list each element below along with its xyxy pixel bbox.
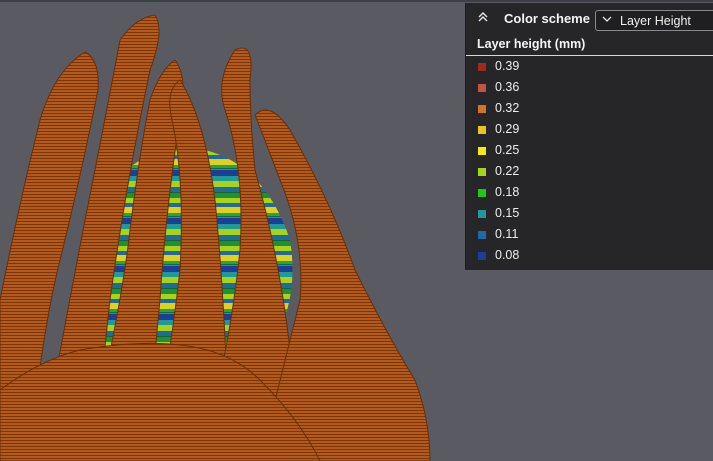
legend-item: 0.18 — [466, 182, 713, 203]
legend-item: 0.29 — [466, 119, 713, 140]
color-swatch — [478, 231, 486, 239]
legend-value: 0.29 — [495, 122, 520, 136]
legend-value: 0.32 — [495, 101, 520, 115]
color-swatch — [478, 147, 486, 155]
legend-value: 0.39 — [495, 59, 520, 73]
legend-value: 0.08 — [495, 248, 520, 262]
legend-item: 0.25 — [466, 140, 713, 161]
legend-header: Color scheme Layer Height — [466, 3, 713, 34]
color-swatch — [478, 63, 486, 71]
legend-panel: Color scheme Layer Height Layer height (… — [465, 3, 713, 270]
color-swatch — [478, 126, 486, 134]
color-swatch — [478, 168, 486, 176]
color-scheme-value: Layer Height — [620, 14, 691, 28]
legend-item: 0.39 — [466, 56, 713, 77]
chevron-down-icon — [601, 13, 613, 28]
legend-value: 0.22 — [495, 164, 520, 178]
legend-value: 0.18 — [495, 185, 520, 199]
legend-value: 0.36 — [495, 80, 520, 94]
legend-value: 0.25 — [495, 143, 520, 157]
legend-title: Layer height (mm) — [477, 37, 586, 51]
legend-item: 0.15 — [466, 203, 713, 224]
viewport-top-edge — [0, 0, 713, 2]
legend-value: 0.15 — [495, 206, 520, 220]
legend-item: 0.08 — [466, 245, 713, 266]
legend-value: 0.11 — [495, 227, 519, 241]
double-chevron-up-icon[interactable] — [474, 10, 492, 26]
color-swatch — [478, 105, 486, 113]
legend-item: 0.32 — [466, 98, 713, 119]
color-swatch — [478, 210, 486, 218]
color-scheme-label: Color scheme — [504, 11, 590, 26]
color-swatch — [478, 84, 486, 92]
color-scheme-select[interactable]: Layer Height — [595, 10, 713, 31]
color-swatch — [478, 189, 486, 197]
color-swatch — [478, 252, 486, 260]
legend-item: 0.36 — [466, 77, 713, 98]
legend-item: 0.22 — [466, 161, 713, 182]
legend-item: 0.11 — [466, 224, 713, 245]
